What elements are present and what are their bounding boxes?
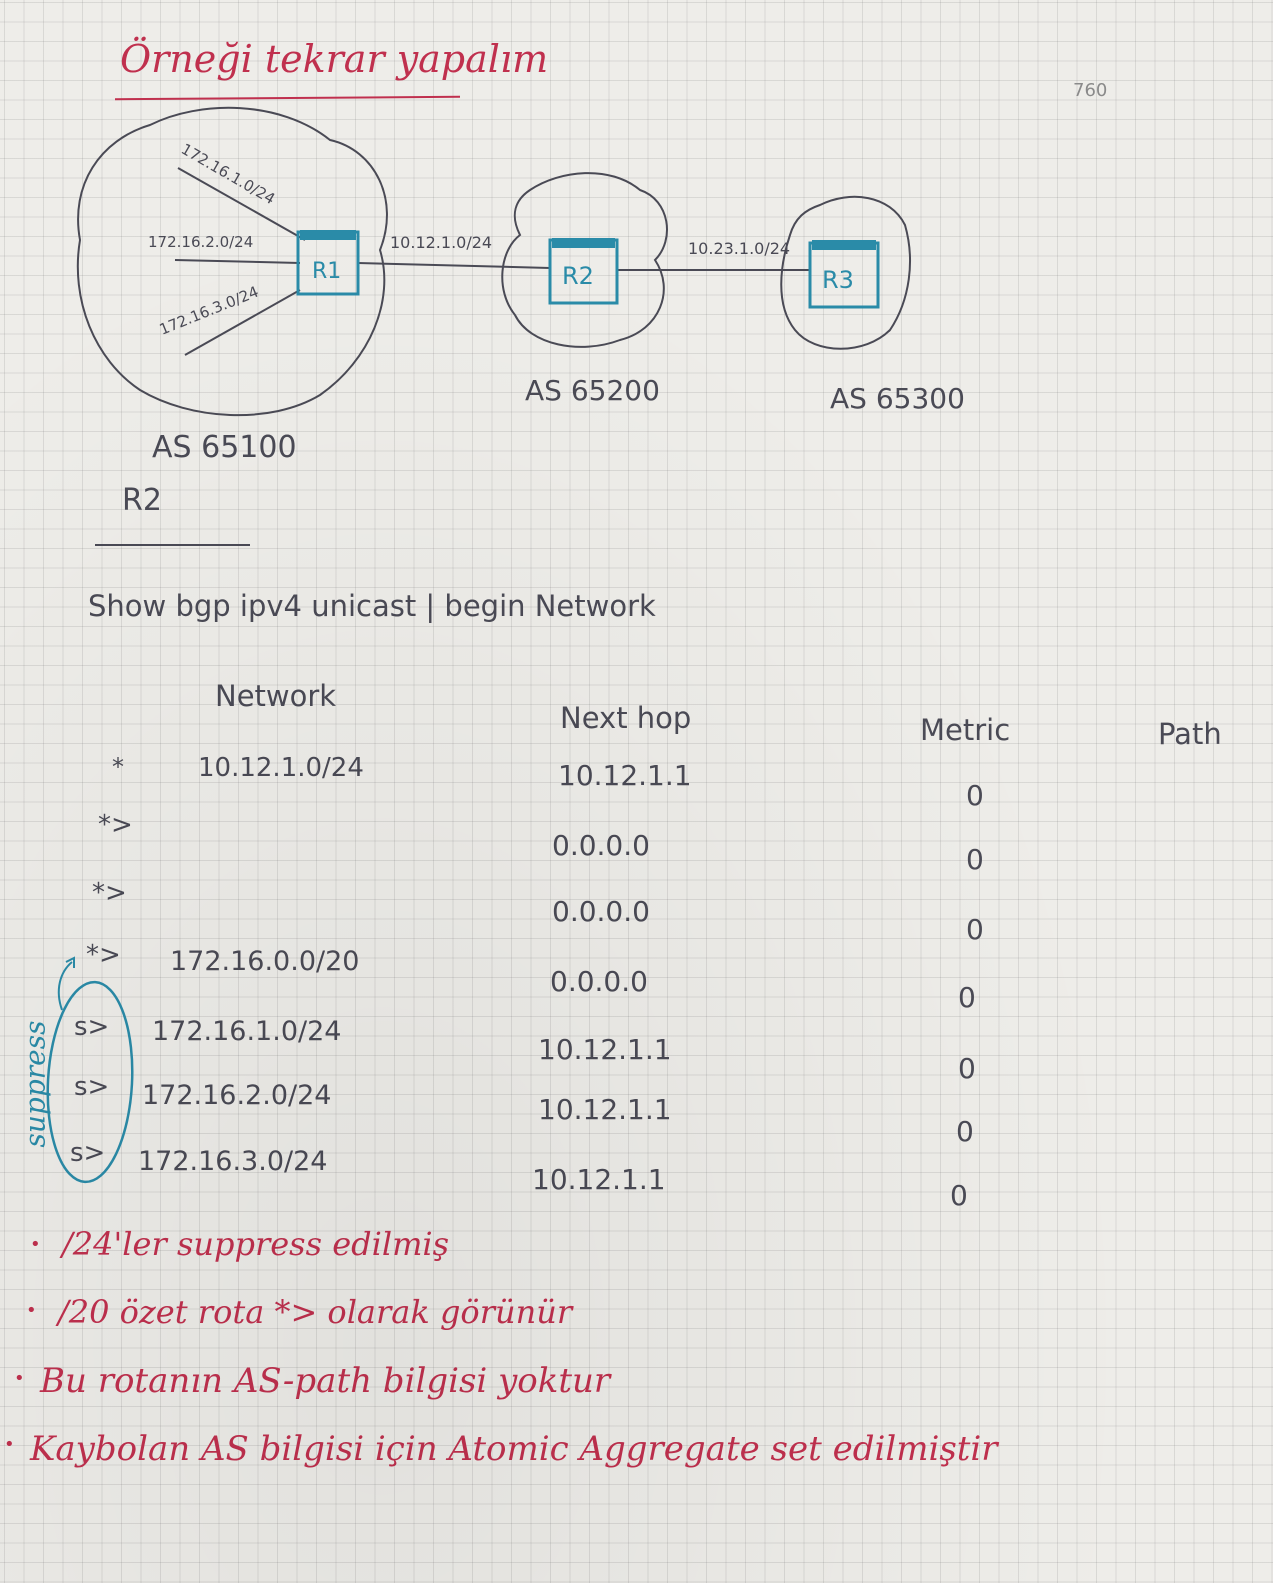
note-2: /20 özet rota *> olarak görünür [58, 1293, 573, 1331]
note-bullet: • [4, 1434, 15, 1455]
note-3: Bu rotanın AS-path bilgisi yoktur [40, 1361, 611, 1401]
note-bullet: • [30, 1234, 41, 1255]
note-1: /24'ler suppress edilmiş [62, 1225, 450, 1263]
suppress-side-note: suppress [18, 1020, 52, 1148]
note-bullet: • [26, 1300, 37, 1321]
suppress-ellipse [46, 980, 134, 1184]
note-4: Kaybolan AS bilgisi için Atomic Aggregat… [30, 1429, 998, 1469]
suppress-annotation [46, 956, 134, 1184]
notebook-page: Örneği tekrar yapalım 760 R1 R2 R3 172.1… [0, 0, 1273, 1583]
note-bullet: • [14, 1368, 25, 1389]
suppress-arrow [57, 961, 73, 1011]
